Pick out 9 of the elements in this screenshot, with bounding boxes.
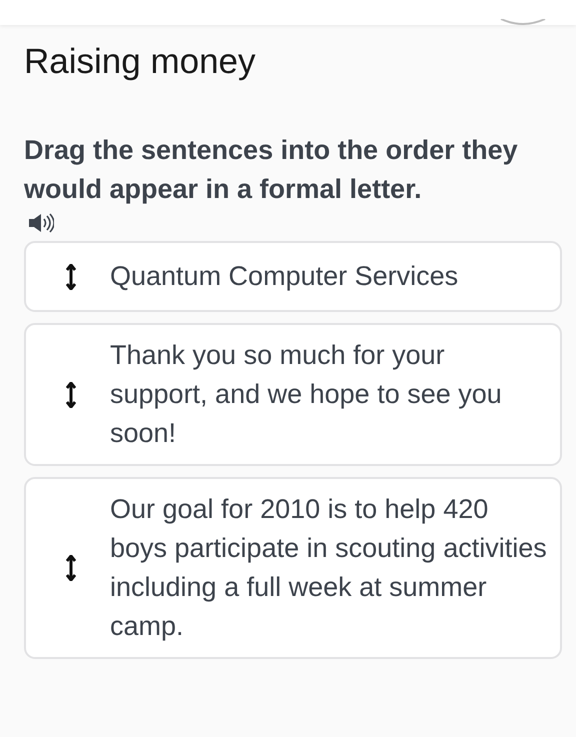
speaker-icon[interactable] xyxy=(28,213,54,233)
page-title: Raising money xyxy=(24,41,256,83)
drag-handle-icon[interactable] xyxy=(66,382,76,408)
sentence-card[interactable]: Our goal for 2010 is to help 420 boys participate in scouting activities including a full week at summer camp. xyxy=(24,477,562,659)
drag-handle-icon[interactable] xyxy=(66,555,76,581)
sentence-card[interactable]: Quantum Computer Services xyxy=(24,241,562,312)
sentence-card[interactable]: Thank you so much for your support, and we hope to see you soon! xyxy=(24,323,562,466)
drag-handle-icon[interactable] xyxy=(66,264,76,290)
instruction-text: Drag the sentences into the order they would appear in a formal letter. xyxy=(24,134,519,206)
